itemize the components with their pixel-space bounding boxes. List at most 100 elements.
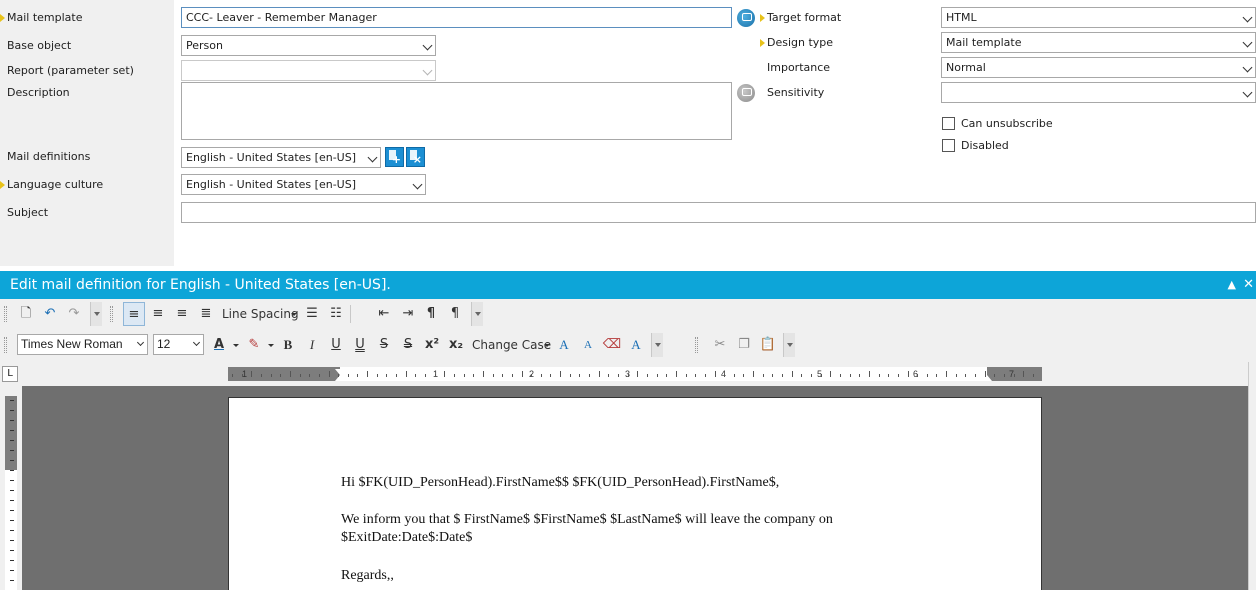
numbering-icon[interactable]: ☷ [325, 302, 347, 326]
language-culture-select[interactable]: English - United States [en-US] [181, 174, 426, 195]
highlight-icon[interactable]: ✎ [243, 333, 265, 357]
cut-icon[interactable]: ✂ [709, 333, 731, 357]
pin-icon[interactable]: ▲ [1228, 271, 1236, 299]
paragraph-options-icon[interactable]: ¶ [444, 302, 466, 326]
justify-icon[interactable]: ≣ [195, 302, 217, 326]
chevron-down-icon [544, 344, 550, 347]
target-format-select[interactable]: HTML [941, 7, 1256, 28]
add-mail-definition-button[interactable]: + [385, 147, 404, 167]
strikethrough-icon[interactable]: S [373, 333, 395, 357]
disabled-checkbox[interactable] [942, 139, 955, 152]
editor-header-title: Edit mail definition for English - Unite… [10, 277, 391, 293]
change-case-button[interactable]: Change Case [472, 333, 551, 357]
align-left-icon[interactable]: ≡ [123, 302, 145, 326]
format-toolbar: Times New Roman 12 A ✎ B I U U S S x² x₂… [0, 333, 800, 357]
delete-mail-definition-button[interactable]: × [406, 147, 425, 167]
vertical-ruler[interactable] [0, 386, 22, 590]
report-select[interactable] [181, 60, 436, 81]
vertical-scrollbar[interactable] [1248, 362, 1256, 590]
ruler-tick [1004, 374, 1005, 377]
ruler-tick [453, 374, 455, 377]
ruler-tick [425, 374, 426, 377]
ruler-tick [811, 374, 812, 377]
grow-font-icon[interactable]: A [553, 333, 575, 357]
ruler-tick [579, 374, 581, 377]
ruler-tick [328, 371, 330, 377]
ruler-tick [299, 374, 301, 377]
toolbar-grip[interactable] [4, 306, 7, 322]
vertical-ruler-tick [10, 510, 14, 511]
align-right-icon[interactable]: ≡ [171, 302, 193, 326]
mail-definitions-select[interactable]: English - United States [en-US] [181, 147, 381, 168]
bold-icon[interactable]: B [277, 333, 299, 357]
ruler-tick [309, 374, 311, 377]
copy-icon[interactable]: ❐ [733, 333, 755, 357]
document-page[interactable]: Hi $FK(UID_PersonHead).FirstName$$ $FK(U… [228, 397, 1042, 590]
ruler-tick [878, 374, 880, 377]
toolbar-overflow-button[interactable] [90, 302, 102, 326]
undo-icon[interactable]: ↶ [39, 302, 61, 326]
ruler-tick [888, 374, 890, 377]
base-object-select[interactable]: Person [181, 35, 436, 56]
design-type-select[interactable]: Mail template [941, 32, 1256, 53]
line-spacing-button[interactable]: Line Spacing [222, 302, 299, 326]
vertical-ruler-tick [10, 530, 14, 531]
right-indent-marker[interactable] [982, 375, 992, 381]
ruler-tick [675, 371, 677, 377]
description-textarea[interactable] [181, 82, 732, 140]
toolbar-overflow-button[interactable] [471, 302, 483, 326]
chevron-down-icon [291, 313, 297, 316]
underline-icon[interactable]: U [325, 333, 347, 357]
target-format-label: Target format [759, 11, 842, 24]
ruler-tick [1023, 371, 1025, 377]
toolbar-grip[interactable] [4, 337, 7, 353]
ruler-tick [241, 374, 243, 377]
chevron-down-icon [412, 179, 423, 190]
editor-toolbar-area: 🗋 ↶ ↷ ≡ ≡ ≡ ≣ Line Spacing ☰ ☷ ⇤ ⇥ ¶ ¶ T… [0, 299, 1256, 362]
globe-icon[interactable] [737, 84, 755, 102]
clear-format-icon[interactable]: ⌫ [601, 333, 623, 357]
chevron-down-icon [1242, 12, 1253, 23]
vertical-ruler-tick [10, 580, 14, 581]
globe-icon[interactable] [737, 9, 755, 27]
toolbar-overflow-button[interactable] [783, 333, 795, 357]
horizontal-ruler[interactable]: 1 1 2 3 4 5 6 7 [228, 367, 1042, 381]
ruler-tick [656, 374, 658, 377]
document-line[interactable]: $ExitDate:Date$:Date$ [341, 529, 472, 547]
indent-icon[interactable]: ⇥ [397, 302, 419, 326]
pilcrow-icon[interactable]: ¶ [420, 302, 442, 326]
font-color-icon[interactable]: A [208, 333, 230, 357]
document-line[interactable]: We inform you that $ FirstName$ $FirstNa… [341, 511, 833, 529]
redo-icon[interactable]: ↷ [63, 302, 85, 326]
shrink-font-icon[interactable]: A [577, 333, 599, 357]
document-line[interactable]: Regards,, [341, 567, 394, 585]
vertical-ruler-tick [10, 500, 14, 501]
bullets-icon[interactable]: ☰ [301, 302, 323, 326]
double-underline-icon[interactable]: U [349, 333, 371, 357]
toolbar-overflow-button[interactable] [651, 333, 663, 357]
superscript-icon[interactable]: x² [421, 333, 443, 357]
ruler-tick [502, 374, 504, 377]
close-icon[interactable]: ✕ [1243, 271, 1254, 299]
tab-stop-selector[interactable]: L [2, 366, 18, 382]
font-size-select[interactable]: 12 [153, 334, 204, 355]
outdent-icon[interactable]: ⇤ [373, 302, 395, 326]
font-name-select[interactable]: Times New Roman [17, 334, 148, 355]
ruler-tick [772, 374, 774, 377]
subject-input[interactable] [181, 202, 1256, 223]
mail-template-input[interactable]: CCC- Leaver - Remember Manager [181, 7, 732, 28]
italic-icon[interactable]: I [301, 333, 323, 357]
align-center-icon[interactable]: ≡ [147, 302, 169, 326]
importance-select[interactable]: Normal [941, 57, 1256, 78]
toolbar-grip[interactable] [695, 337, 698, 353]
document-line[interactable]: Hi $FK(UID_PersonHead).FirstName$$ $FK(U… [341, 474, 779, 492]
subscript-icon[interactable]: x₂ [445, 333, 467, 357]
font-dialog-icon[interactable]: A [625, 333, 647, 357]
can-unsubscribe-checkbox[interactable] [942, 117, 955, 130]
toolbar-grip[interactable] [110, 306, 113, 322]
left-indent-marker[interactable] [335, 375, 345, 381]
paste-icon[interactable]: 📋 [757, 333, 779, 357]
sensitivity-select[interactable] [941, 82, 1256, 103]
double-strikethrough-icon[interactable]: S [397, 333, 419, 357]
new-document-icon[interactable]: 🗋 [15, 302, 37, 326]
